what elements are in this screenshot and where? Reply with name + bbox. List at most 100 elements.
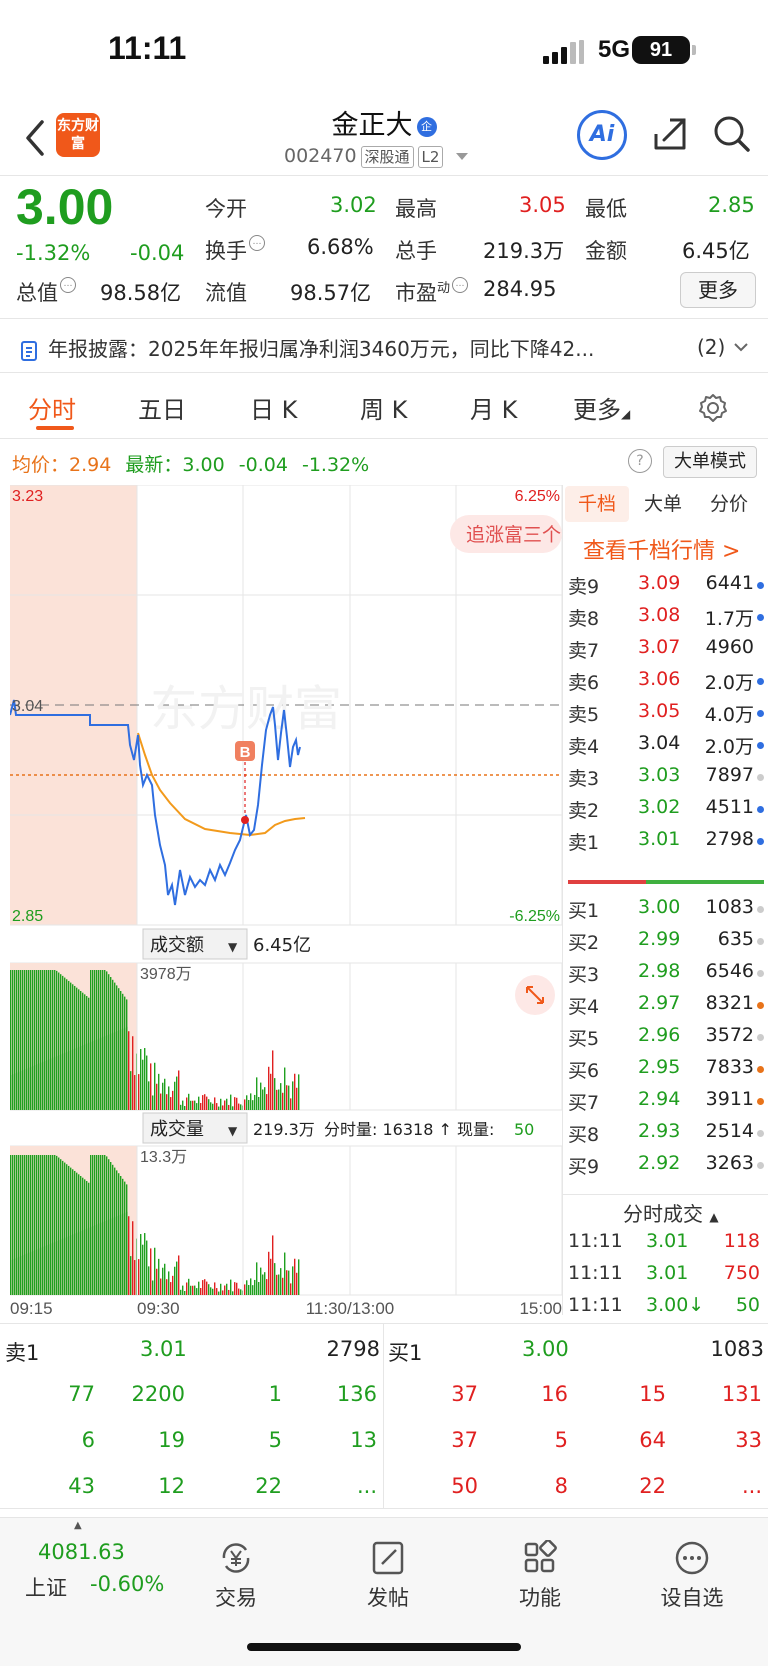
volume-bar [106,1035,108,1110]
volume-bar [202,1095,204,1110]
buy-row[interactable]: 买6 2.95 7833 [568,1056,764,1090]
tab-qiandang[interactable]: 千档 [565,486,629,522]
trade-price: 3.00↓ [646,1294,705,1316]
buy-row[interactable]: 买4 2.97 8321 [568,992,764,1026]
help-icon[interactable]: ? [628,449,652,473]
tab-big-order[interactable]: 大单 [631,486,695,522]
share-icon[interactable] [650,114,690,154]
sell-row[interactable]: 卖8 3.08 1.7万 [568,604,764,638]
index-pct[interactable]: -0.60% [90,1572,164,1596]
volume-bar [164,1263,166,1295]
sell-row[interactable]: 卖1 3.01 2798 [568,828,764,862]
volume-bar [146,1055,148,1110]
buy-row[interactable]: 买3 2.98 6546 [568,960,764,994]
volume-bar [100,1222,102,1295]
big-order-mode-button[interactable]: 大单模式 [663,446,757,478]
buy-strength-bar [646,880,764,884]
volume-bar [298,1074,300,1110]
nav-post[interactable]: 发帖 [328,1540,448,1612]
buy-row[interactable]: 买5 2.96 3572 [568,1024,764,1058]
search-icon[interactable] [712,114,752,154]
sell-row[interactable]: 卖6 3.06 2.0万 [568,668,764,702]
stock-code[interactable]: 002470 深股通 L2 [284,145,468,168]
info-icon[interactable]: … [452,277,469,293]
buy-level: 买7 [568,1092,600,1114]
chevron-down-icon[interactable] [733,340,749,354]
volume-bar [18,1256,20,1295]
volume-bar [88,1227,90,1295]
more-button[interactable]: 更多 [680,272,756,308]
volume-bar [116,1030,118,1110]
tab-price-split[interactable]: 分价 [697,486,761,522]
buy-price: 2.94 [638,1088,681,1110]
sell-row[interactable]: 卖5 3.05 4.0万 [568,700,764,734]
volume-bar [34,1065,36,1110]
tab-more[interactable]: 更多◢ [573,390,630,425]
volume-bar [294,1073,296,1110]
chevron-down-icon[interactable] [455,153,468,160]
intraday-chart[interactable]: 东方财富 B 3.23 3.04 2.85 6.25% -6.25% 追涨富三个… [10,485,562,1315]
volume-value: 219.3万 [483,239,565,263]
tab-week-k[interactable]: 周 K [360,390,407,425]
qiandang-link[interactable]: 查看千档行情 > [583,533,740,565]
nav-trade[interactable]: 交易 [176,1540,296,1612]
volume-bar [288,1270,290,1295]
info-icon[interactable]: … [60,277,76,293]
sell-row[interactable]: 卖7 3.07 4960 [568,636,764,670]
pe-value: 284.95 [483,277,557,301]
volume-bar [108,1034,110,1110]
volume-bar [268,1066,270,1110]
tab-month-k[interactable]: 月 K [470,390,517,425]
volume-bar [146,1240,148,1295]
turnover-label[interactable]: 换手… [205,235,265,265]
volume-bar [214,1282,216,1295]
tab-intraday[interactable]: 分时 [28,390,76,425]
volume-bar [26,1068,28,1110]
nav-functions-label: 功能 [519,1586,561,1610]
buy-row[interactable]: 买7 2.94 3911 [568,1088,764,1122]
volume-bar [188,1278,190,1295]
caret-up-icon: ▲ [709,1210,719,1224]
index-name[interactable]: 上证 [25,1572,67,1602]
buy-queue-cell: 22 [639,1474,666,1498]
volume-max-label: 13.3万 [140,1149,187,1166]
tab-day-k[interactable]: 日 K [250,390,297,425]
buy-queue-cell: 8 [554,1474,568,1498]
volume-bar [236,1097,238,1110]
volume-bar [198,1281,200,1295]
volume-bar [246,1095,248,1110]
volume-bar [244,1099,246,1110]
info-icon[interactable]: … [249,235,265,251]
tab-five-day[interactable]: 五日 [138,390,186,425]
volume-bar [232,1106,234,1110]
mktcap-label[interactable]: 总值… [16,277,76,307]
volume-bar [130,1256,132,1295]
low-label: 最低 [585,197,627,221]
nav-functions[interactable]: 功能 [480,1540,600,1612]
announcement-bar[interactable]: 年报披露：2025年年报归属净利润3460万元，同比下降42... [20,333,750,362]
volume-bar [44,1060,46,1110]
gear-icon[interactable] [697,392,729,424]
sell-row[interactable]: 卖2 3.02 4511 [568,796,764,830]
trades-title[interactable]: 分时成交 ▲ [623,1198,719,1227]
volume-bar [170,1097,172,1110]
volume-bar [52,1242,54,1295]
signal-icon [543,40,585,64]
mktcap-label-text: 总值 [16,281,58,305]
nav-add-watchlist[interactable]: 设自选 [632,1540,752,1612]
index-value[interactable]: 4081.63 [38,1540,125,1564]
pe-sup: 动 [437,281,451,296]
volume-bar [270,1073,272,1110]
buy-row[interactable]: 买9 2.92 3263 [568,1152,764,1186]
sell-row[interactable]: 卖9 3.09 6441 [568,572,764,606]
yen-cycle-icon [222,1543,250,1573]
promo-text[interactable]: 追涨富三个 [466,524,561,546]
sell-row[interactable]: 卖4 3.04 2.0万 [568,732,764,766]
volume-bar [200,1288,202,1295]
sell-row[interactable]: 卖3 3.03 7897 [568,764,764,798]
ai-button[interactable]: Ai [577,110,627,160]
pe-label[interactable]: 市盈动… [395,277,469,307]
buy-row[interactable]: 买2 2.99 635 [568,928,764,962]
buy-row[interactable]: 买8 2.93 2514 [568,1120,764,1154]
buy-row[interactable]: 买1 3.00 1083 [568,896,764,930]
